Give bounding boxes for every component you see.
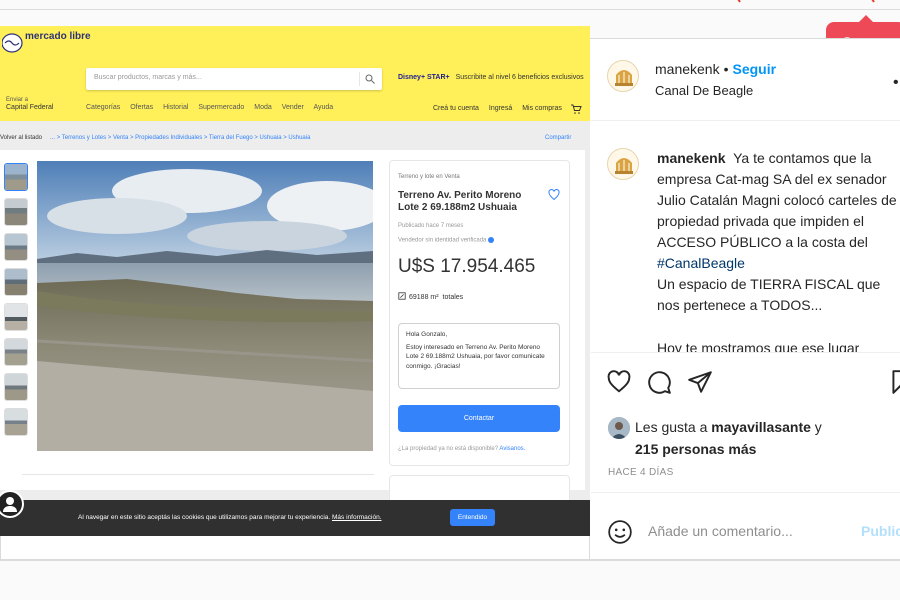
ml-nav-item[interactable]: Categorías (86, 104, 120, 111)
ml-search-placeholder: Buscar productos, marcas y más... (94, 74, 202, 81)
message-greeting: Hola Gonzalo, (406, 331, 448, 338)
listing-area-value: 69188 m² (409, 294, 439, 301)
ml-purchases-link[interactable]: Mis compras (522, 105, 562, 112)
cookie-message: Al navegar en este sitio aceptás las coo… (78, 514, 331, 521)
listing-price: U$S 17.954.465 (398, 256, 536, 277)
likes-count[interactable]: 215 personas más (635, 441, 756, 457)
ml-location[interactable]: Enviar a Capital Federal (6, 96, 53, 112)
notify-link[interactable]: Avisanos. (499, 446, 525, 452)
emoji-icon[interactable] (607, 519, 633, 545)
caption-username[interactable]: manekenk (657, 150, 725, 166)
separator-dot: • (723, 61, 729, 77)
info-icon (488, 237, 495, 243)
save-bookmark-icon[interactable] (888, 369, 900, 395)
favorite-heart-icon[interactable] (548, 189, 560, 201)
unavailable-notice: ¿La propiedad ya no está disponible? Avi… (398, 446, 525, 452)
ml-create-account-link[interactable]: Creá tu cuenta (433, 105, 479, 112)
cookie-text: Al navegar en este sitio aceptás las coo… (78, 514, 382, 521)
post-caption: manekenk Ya te contamos que la empresa C… (657, 148, 900, 316)
listing-published: Publicado hace 7 meses (398, 223, 464, 229)
thumbnail[interactable] (4, 408, 28, 436)
ml-nav-item[interactable]: Ofertas (130, 104, 153, 111)
divider (591, 492, 900, 493)
contact-button[interactable]: Contactar (398, 405, 560, 432)
thumbnail[interactable] (4, 373, 28, 401)
thumbnail[interactable] (4, 198, 28, 226)
thumbnail-strip (4, 163, 30, 443)
ml-nav-item[interactable]: Vender (282, 104, 304, 111)
cookie-accept-button[interactable]: Entendido (450, 509, 495, 526)
secondary-panel (389, 475, 570, 503)
ml-nav-item[interactable]: Moda (254, 104, 272, 111)
ml-nav: Categorías Ofertas Historial Supermercad… (86, 104, 339, 111)
share-paper-plane-icon[interactable] (687, 369, 713, 395)
follow-button[interactable]: Seguir (733, 61, 777, 77)
thumbnail[interactable] (4, 303, 28, 331)
message-body: Estoy interesado en Terreno Av. Perito M… (406, 343, 545, 370)
thumbnail[interactable] (4, 338, 28, 366)
listing-area-label: totales (442, 294, 464, 301)
caption-hashtag[interactable]: #CanalBeagle (657, 255, 745, 271)
post-location[interactable]: Canal De Beagle (655, 83, 753, 98)
ml-promo-brand: Disney+ STAR+ (398, 74, 450, 81)
contact-message-textarea[interactable]: Hola Gonzalo, Estoy interesado en Terren… (398, 323, 560, 389)
thumbnail[interactable] (4, 233, 28, 261)
post-author: manekenk • Seguir (655, 61, 776, 77)
ml-promo-banner[interactable]: Disney+ STAR+ Suscribite al nivel 6 benef… (398, 74, 584, 81)
back-to-list-link[interactable]: Volver al listado (0, 135, 42, 141)
listing-main-photo[interactable] (37, 161, 373, 451)
ml-nav-item[interactable]: Supermercado (198, 104, 244, 111)
user-avatar-icon[interactable] (0, 490, 24, 518)
ml-user-links: Creá tu cuenta Ingresá Mis compras (433, 105, 570, 112)
author-username[interactable]: manekenk (655, 61, 720, 77)
listing-title: Terreno Av. Perito Moreno Lote 2 69.188m… (398, 190, 522, 213)
caption-cutoff: Hoy te mostramos que ese lugar (657, 340, 860, 352)
breadcrumb-path[interactable]: ... > Terrenos y Lotes > Venta > Propied… (50, 135, 310, 141)
top-divider (0, 9, 900, 10)
likes-prefix: Les gusta a (635, 419, 708, 435)
top-red-marks (737, 0, 875, 3)
caption-text-2: Un espacio de TIERRA FISCAL que nos pert… (657, 276, 881, 313)
breadcrumb: Volver al listado ... > Terrenos y Lotes … (0, 135, 310, 141)
liker-username[interactable]: mayavillasante (711, 419, 811, 435)
cart-icon[interactable] (570, 103, 582, 115)
comment-icon[interactable] (646, 369, 672, 395)
listing-condition: Terreno y lote en Venta (398, 174, 460, 180)
ml-nav-item[interactable]: Historial (163, 104, 188, 111)
post-comment-button[interactable]: Publicar (861, 523, 900, 539)
unavailable-text: ¿La propiedad ya no está disponible? (398, 446, 499, 452)
ml-logo-text: mercado libre (25, 31, 91, 42)
ml-promo-text: Suscribite al nivel 6 beneficios exclusi… (455, 74, 584, 81)
listing-seller-text: Vendedor sin identidad verificada (398, 237, 487, 244)
post-timestamp[interactable]: HACE 4 DÍAS (608, 467, 674, 478)
like-heart-icon[interactable] (606, 369, 632, 395)
divider (22, 474, 374, 475)
bottom-divider (0, 560, 900, 561)
search-icon[interactable] (364, 73, 376, 85)
listing-seller: Vendedor sin identidad verificada (398, 237, 495, 244)
more-options-icon[interactable]: ••• (893, 74, 900, 92)
cookie-more-info-link[interactable]: Más información. (332, 514, 382, 521)
thumbnail[interactable] (4, 268, 28, 296)
ml-nav-item[interactable]: Ayuda (313, 104, 333, 111)
share-link[interactable]: Compartir (545, 135, 571, 141)
thumbnail[interactable] (4, 163, 28, 191)
listing-area: 69188 m² totales (398, 292, 463, 301)
likes-and: y (814, 419, 822, 435)
page: 1 mercado libre Buscar productos, marcas… (0, 0, 900, 600)
ml-login-link[interactable]: Ingresá (489, 105, 512, 112)
divider (591, 120, 900, 121)
area-icon (398, 292, 406, 300)
ml-search-input[interactable]: Buscar productos, marcas y más... (86, 68, 382, 90)
ml-location-label: Enviar a (6, 97, 29, 103)
liker-avatar[interactable] (608, 417, 630, 439)
avatar[interactable] (607, 148, 639, 180)
ml-location-value: Capital Federal (6, 104, 54, 111)
likes-summary: Les gusta a mayavillasante y 215 persona… (635, 416, 895, 460)
comment-input[interactable]: Añade un comentario... (648, 523, 793, 539)
avatar[interactable] (607, 60, 639, 92)
divider (591, 352, 900, 353)
